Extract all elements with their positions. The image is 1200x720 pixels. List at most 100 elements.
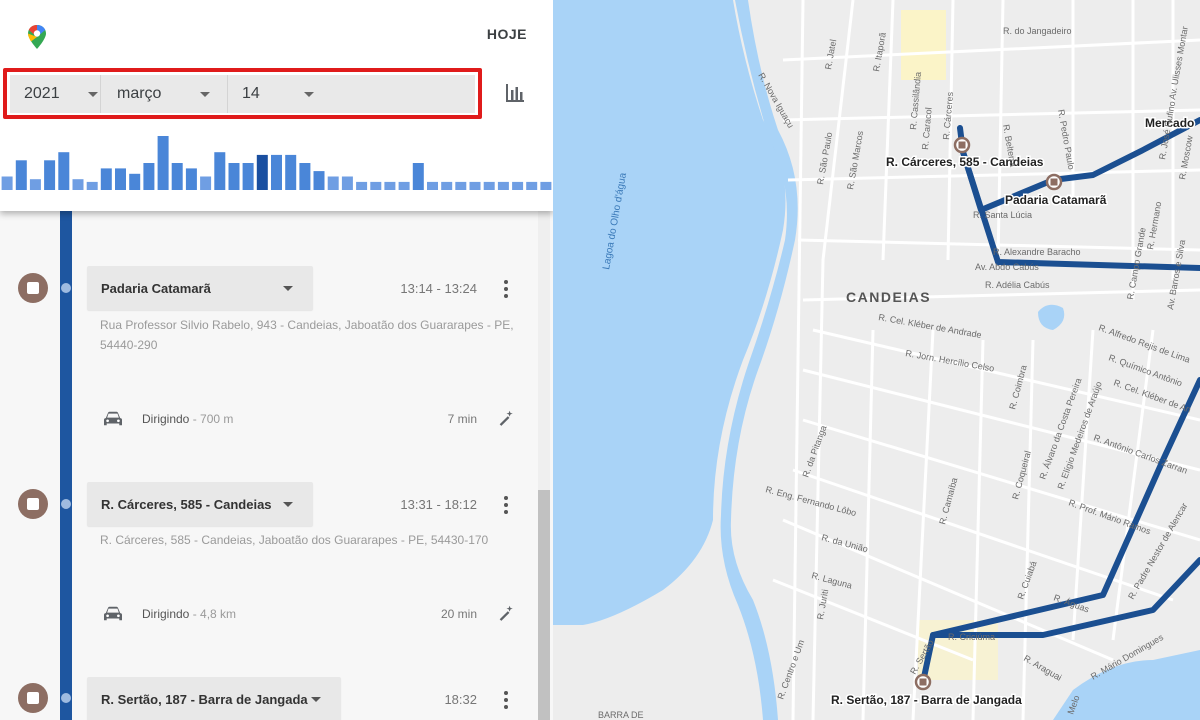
- chevron-down-icon: [283, 502, 293, 507]
- street-label: R. Santa Lúcia: [973, 210, 1032, 220]
- histogram-bar[interactable]: [44, 160, 56, 190]
- google-maps-logo-icon: [28, 25, 46, 49]
- chevron-down-icon: [88, 92, 98, 97]
- histogram-bar[interactable]: [115, 168, 126, 190]
- travel-segment: Dirigindo - 4,8 km: [142, 607, 236, 621]
- street-label: R. Adélia Cabús: [985, 280, 1050, 290]
- map-pin[interactable]: [1045, 173, 1063, 191]
- bar-chart-icon[interactable]: [504, 82, 526, 104]
- stop-address: R. Cárceres, 585 - Candeias, Jaboatão do…: [100, 533, 489, 547]
- histogram-bar[interactable]: [129, 173, 141, 190]
- edit-wand-icon[interactable]: [497, 409, 515, 427]
- histogram-bar[interactable]: [143, 163, 155, 190]
- divider: [100, 75, 101, 113]
- histogram-bar[interactable]: [171, 163, 183, 190]
- stop-place-icon: [18, 683, 48, 713]
- histogram-bar[interactable]: [271, 154, 282, 190]
- histogram-bar[interactable]: [398, 181, 410, 190]
- stop-place-button[interactable]: Padaria Catamarã: [87, 266, 313, 310]
- map-pin-label: Padaria Catamarã: [1005, 193, 1107, 207]
- street-label: Av. Abdo Cabús: [975, 262, 1039, 272]
- histogram-bar[interactable]: [526, 181, 538, 190]
- month-select[interactable]: março: [117, 75, 227, 113]
- timeline-panel: Padaria Catamarã 13:14 - 13:24 Rua Profe…: [0, 0, 553, 720]
- histogram-bar[interactable]: [299, 163, 311, 190]
- edit-wand-icon[interactable]: [497, 604, 515, 622]
- travel-segment: Dirigindo - 700 m: [142, 412, 233, 426]
- day-select[interactable]: 14: [242, 75, 332, 113]
- histogram-bar[interactable]: [72, 179, 84, 190]
- stop-place-button[interactable]: R. Sertão, 187 - Barra de Jangada: [87, 677, 341, 720]
- histogram-bar[interactable]: [512, 181, 524, 190]
- chevron-down-icon: [200, 92, 210, 97]
- histogram-bar[interactable]: [100, 168, 112, 190]
- histogram-bar[interactable]: [327, 176, 339, 191]
- histogram-bar[interactable]: [441, 181, 453, 190]
- street-label: R. do Jangadeiro: [1003, 26, 1072, 36]
- stop-time: 18:32: [444, 692, 477, 707]
- histogram-bar[interactable]: [29, 179, 41, 190]
- timeline-dot: [61, 693, 71, 703]
- map-pin[interactable]: [914, 673, 932, 691]
- histogram-bar[interactable]: [370, 181, 382, 190]
- histogram-bar[interactable]: [86, 181, 98, 190]
- histogram-bar[interactable]: [256, 154, 268, 190]
- stop-time: 13:14 - 13:24: [400, 281, 477, 296]
- histogram-bar[interactable]: [469, 181, 481, 190]
- more-options-icon[interactable]: [497, 689, 515, 711]
- stop-place-icon: [18, 273, 48, 303]
- histogram-bar[interactable]: [58, 152, 70, 190]
- year-select[interactable]: 2021: [24, 75, 102, 113]
- stop-place-name: R. Cárceres, 585 - Candeias: [101, 496, 272, 512]
- stop-time: 13:31 - 18:12: [400, 497, 477, 512]
- street-label: BARRA DE: [598, 710, 644, 720]
- histogram-bar[interactable]: [214, 152, 226, 190]
- histogram-bar[interactable]: [540, 181, 552, 190]
- histogram-bar[interactable]: [497, 181, 509, 190]
- timeline-dot: [61, 499, 71, 509]
- histogram-bar[interactable]: [341, 176, 353, 191]
- stop-address: Rua Professor Silvio Rabelo, 943 - Cande…: [100, 318, 514, 352]
- histogram-bar[interactable]: [285, 154, 297, 190]
- histogram-bar[interactable]: [412, 163, 424, 190]
- histogram-bar[interactable]: [356, 181, 368, 190]
- car-icon: [104, 606, 122, 621]
- map-canvas[interactable]: R. Cárceres, 585 - Candeias Padaria Cata…: [553, 0, 1200, 720]
- histogram-bar[interactable]: [228, 163, 240, 190]
- histogram-bar[interactable]: [242, 163, 254, 190]
- histogram-bar[interactable]: [483, 181, 495, 190]
- travel-duration: 20 min: [440, 607, 477, 621]
- car-icon: [104, 411, 122, 426]
- travel-mode: Dirigindo: [142, 412, 190, 426]
- stop-place-name: Padaria Catamarã: [101, 280, 211, 296]
- map-pin-label: R. Sertão, 187 - Barra de Jangada: [831, 693, 1022, 707]
- travel-mode: Dirigindo: [142, 607, 190, 621]
- today-button[interactable]: HOJE: [487, 26, 527, 42]
- daily-activity-histogram[interactable]: [0, 130, 553, 190]
- street-label: R. Criciúma: [948, 632, 995, 642]
- more-options-icon[interactable]: [497, 494, 515, 516]
- histogram-bar[interactable]: [200, 176, 212, 191]
- scrollbar-thumb[interactable]: [538, 490, 550, 720]
- stop-place-icon: [18, 489, 48, 519]
- timeline-header: HOJE 2021 março 14: [0, 0, 553, 211]
- more-options-icon[interactable]: [497, 278, 515, 300]
- histogram-bar[interactable]: [427, 181, 438, 190]
- stop-place-button[interactable]: R. Cárceres, 585 - Candeias: [87, 482, 313, 526]
- timeline-dot: [61, 283, 71, 293]
- histogram-bar[interactable]: [185, 168, 197, 190]
- neighborhood-label: CANDEIAS: [846, 289, 931, 305]
- travel-distance: - 4,8 km: [189, 607, 237, 621]
- histogram-bar[interactable]: [384, 181, 396, 190]
- travel-distance: - 700 m: [189, 412, 234, 426]
- histogram-bar[interactable]: [15, 160, 27, 190]
- histogram-bar[interactable]: [157, 136, 169, 190]
- histogram-bar[interactable]: [313, 171, 325, 190]
- histogram-bar[interactable]: [1, 176, 13, 191]
- map-pin[interactable]: [953, 136, 971, 154]
- divider: [227, 75, 228, 113]
- stop-place-name: R. Sertão, 187 - Barra de Jangada: [101, 691, 308, 707]
- histogram-bar[interactable]: [455, 181, 467, 190]
- street-label: R. Alexandre Baracho: [993, 247, 1081, 257]
- map-view[interactable]: R. Cárceres, 585 - Candeias Padaria Cata…: [553, 0, 1200, 720]
